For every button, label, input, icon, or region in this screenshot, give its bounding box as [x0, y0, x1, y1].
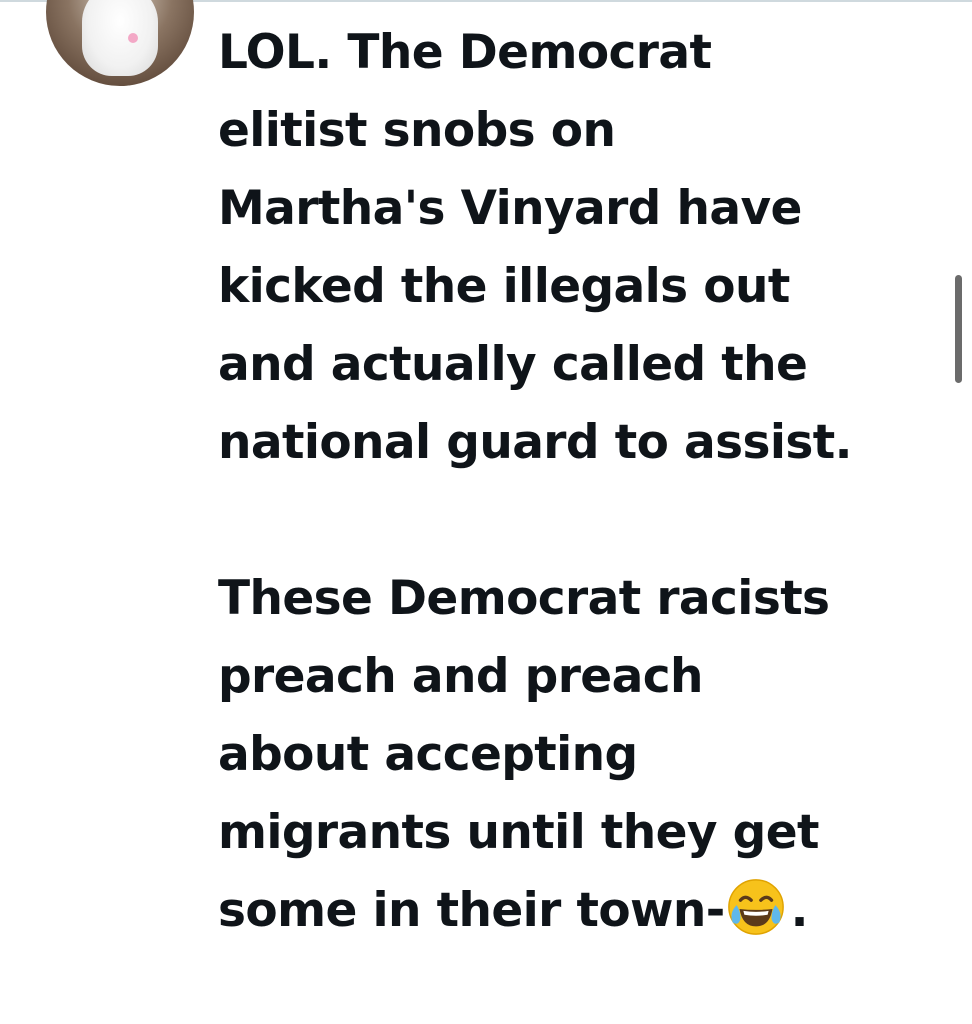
tweet-line-last-text: some in their town- — [218, 883, 725, 938]
tweet-line: kicked the illegals out — [218, 259, 790, 314]
paragraph-break — [218, 482, 938, 560]
tweet-line: about accepting — [218, 727, 638, 782]
tweet-line: migrants until they get — [218, 805, 819, 860]
tweet-line: and actually called the — [218, 337, 808, 392]
tweet-line: These Democrat racists — [218, 571, 830, 626]
avatar-cat-image — [82, 0, 158, 76]
avatar-collar-bell — [128, 33, 138, 43]
tweet-line: Martha's Vinyard have — [218, 181, 802, 236]
tweet-line-last-suffix: . — [790, 883, 809, 938]
tweet-line: LOL. The Democrat — [218, 25, 712, 80]
tweet-line: national guard to assist. — [218, 415, 852, 470]
tweet-line: preach and preach — [218, 649, 703, 704]
scrollbar-thumb[interactable] — [955, 275, 962, 383]
tweet-text: LOL. The Democrat elitist snobs on Marth… — [218, 14, 938, 950]
avatar[interactable] — [46, 0, 194, 86]
face-with-tears-of-joy-icon — [727, 879, 784, 935]
tweet-line: elitist snobs on — [218, 103, 616, 158]
tweet-line-last: some in their town- . — [218, 872, 938, 950]
